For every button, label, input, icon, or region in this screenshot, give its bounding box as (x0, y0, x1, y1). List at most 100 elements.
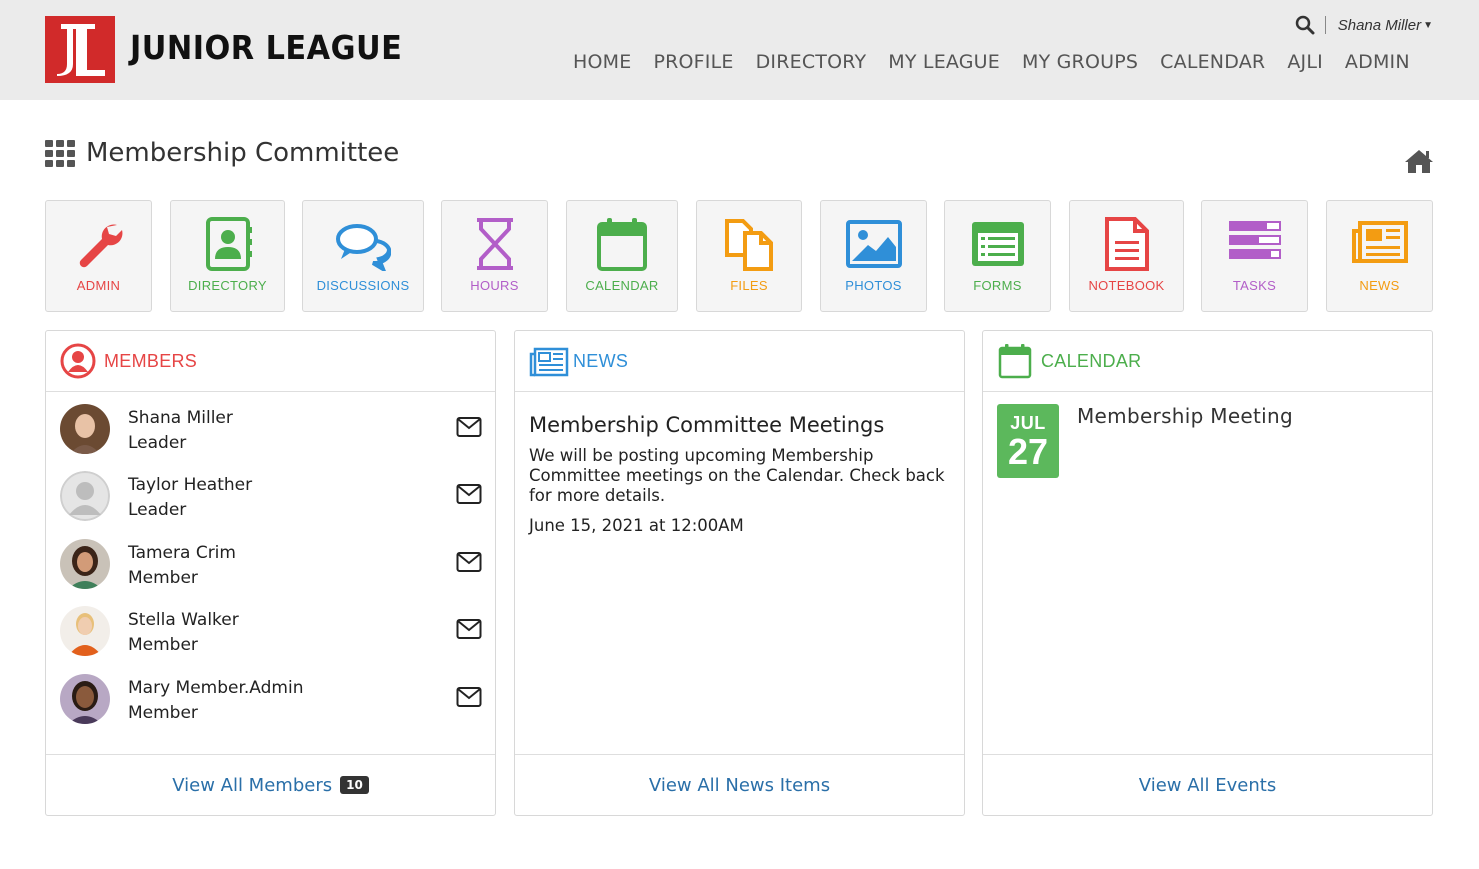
tool-label: NOTEBOOK (1088, 278, 1165, 293)
tool-calendar[interactable]: CALENDAR (566, 200, 678, 312)
view-all-events-link[interactable]: View All Events (1139, 775, 1276, 796)
news-panel: NEWS Membership Committee Meetings We wi… (514, 330, 965, 816)
panel-title: CALENDAR (1041, 350, 1142, 371)
nav-admin[interactable]: ADMIN (1334, 51, 1421, 73)
tool-forms[interactable]: FORMS (944, 200, 1051, 312)
member-name[interactable]: Tamera Crim (128, 543, 236, 563)
panel-title: MEMBERS (104, 350, 198, 371)
member-name[interactable]: Mary Member.Admin (128, 678, 304, 698)
panel-header: CALENDAR (983, 331, 1432, 392)
nav-home[interactable]: HOME (562, 51, 642, 73)
user-circle-icon (60, 343, 96, 379)
tool-admin[interactable]: ADMIN (45, 200, 152, 312)
member-row[interactable]: Stella Walker Member (60, 606, 482, 658)
nav-ajli[interactable]: AJLI (1276, 51, 1334, 73)
nav-directory[interactable]: DIRECTORY (745, 51, 878, 73)
envelope-icon[interactable] (456, 686, 482, 708)
avatar[interactable] (60, 674, 110, 724)
newspaper-icon (1351, 221, 1408, 263)
panel-footer: View All News Items (515, 754, 964, 815)
news-item-body: We will be posting upcoming Membership C… (529, 446, 945, 505)
event-date-badge: JUL 27 (997, 404, 1059, 478)
member-name[interactable]: Taylor Heather (128, 475, 252, 495)
tool-label: CALENDAR (585, 278, 659, 293)
envelope-icon[interactable] (456, 618, 482, 640)
members-panel: MEMBERS Shana Miller Leader Taylor Heath… (45, 330, 496, 816)
tool-label: DISCUSSIONS (316, 278, 410, 293)
panel-footer: View All Members 10 (46, 754, 495, 815)
tool-files[interactable]: FILES (696, 200, 802, 312)
calendar-icon (998, 344, 1032, 379)
tool-label: NEWS (1359, 278, 1400, 293)
chat-bubbles-icon (336, 224, 391, 271)
apps-grid-icon (45, 139, 75, 167)
photo-icon (845, 220, 902, 268)
calendar-panel: CALENDAR JUL 27 Membership Meeting View … (982, 330, 1433, 816)
avatar[interactable] (60, 404, 110, 454)
tool-directory[interactable]: DIRECTORY (170, 200, 285, 312)
tool-discussions[interactable]: DISCUSSIONS (302, 200, 424, 312)
tool-label: ADMIN (76, 278, 121, 293)
member-role: Member (128, 703, 198, 723)
tool-label: FILES (730, 278, 768, 293)
main-nav: HOME PROFILE DIRECTORY MY LEAGUE MY GROU… (562, 51, 1421, 73)
form-icon (971, 222, 1024, 266)
chevron-down-icon[interactable]: ▼ (1423, 20, 1433, 31)
panel-footer: View All Events (983, 754, 1432, 815)
event-day: 27 (1007, 431, 1049, 472)
link-label[interactable]: View All Members (172, 775, 332, 796)
avatar[interactable] (60, 606, 110, 656)
member-row[interactable]: Taylor Heather Leader (60, 471, 482, 523)
member-name[interactable]: Stella Walker (128, 610, 239, 630)
nav-my-groups[interactable]: MY GROUPS (1011, 51, 1149, 73)
nav-my-league[interactable]: MY LEAGUE (877, 51, 1011, 73)
tool-hours[interactable]: HOURS (441, 200, 548, 312)
newspaper-icon (529, 347, 569, 377)
member-name[interactable]: Shana Miller (128, 408, 233, 428)
tool-label: TASKS (1232, 278, 1277, 293)
hourglass-icon (476, 218, 513, 270)
avatar[interactable] (60, 471, 110, 521)
tool-label: DIRECTORY (188, 278, 267, 293)
user-menu-name[interactable]: Shana Miller (1338, 17, 1421, 34)
panel-header: MEMBERS (46, 331, 495, 392)
count-badge: 10 (340, 775, 369, 794)
view-all-members-link[interactable]: View All Members 10 (172, 775, 369, 796)
page-title: Membership Committee (86, 138, 400, 168)
tool-tasks[interactable]: TASKS (1201, 200, 1308, 312)
tool-notebook[interactable]: NOTEBOOK (1069, 200, 1184, 312)
user-area: Shana Miller ▼ (1295, 15, 1433, 35)
divider (1324, 16, 1326, 34)
envelope-icon[interactable] (456, 551, 482, 573)
envelope-icon[interactable] (456, 483, 482, 505)
calendar-icon (597, 218, 647, 271)
brand-name[interactable]: JUNIOR LEAGUE (130, 28, 402, 67)
contact-book-icon (205, 217, 252, 271)
home-icon[interactable] (1404, 148, 1434, 174)
tool-photos[interactable]: PHOTOS (820, 200, 927, 312)
tasks-icon (1228, 221, 1281, 259)
member-row[interactable]: Mary Member.Admin Member (60, 674, 482, 726)
tool-news[interactable]: NEWS (1326, 200, 1433, 312)
event-title[interactable]: Membership Meeting (1077, 404, 1293, 428)
nav-profile[interactable]: PROFILE (642, 51, 744, 73)
news-item-date: June 15, 2021 at 12:00AM (529, 516, 744, 535)
nav-calendar[interactable]: CALENDAR (1149, 51, 1276, 73)
envelope-icon[interactable] (456, 416, 482, 438)
notebook-icon (1104, 217, 1149, 271)
tool-label: FORMS (973, 278, 1022, 293)
junior-league-logo[interactable] (45, 16, 115, 83)
tool-label: HOURS (470, 278, 519, 293)
member-role: Leader (128, 500, 187, 520)
files-icon (725, 219, 773, 271)
member-row[interactable]: Tamera Crim Member (60, 539, 482, 591)
tool-label: PHOTOS (845, 278, 902, 293)
view-all-news-link[interactable]: View All News Items (649, 775, 830, 796)
member-role: Member (128, 635, 198, 655)
member-row[interactable]: Shana Miller Leader (60, 404, 482, 456)
panel-title: NEWS (573, 350, 629, 371)
news-item-title[interactable]: Membership Committee Meetings (529, 413, 884, 437)
panel-header: NEWS (515, 331, 964, 392)
avatar[interactable] (60, 539, 110, 589)
search-icon[interactable] (1295, 15, 1315, 35)
